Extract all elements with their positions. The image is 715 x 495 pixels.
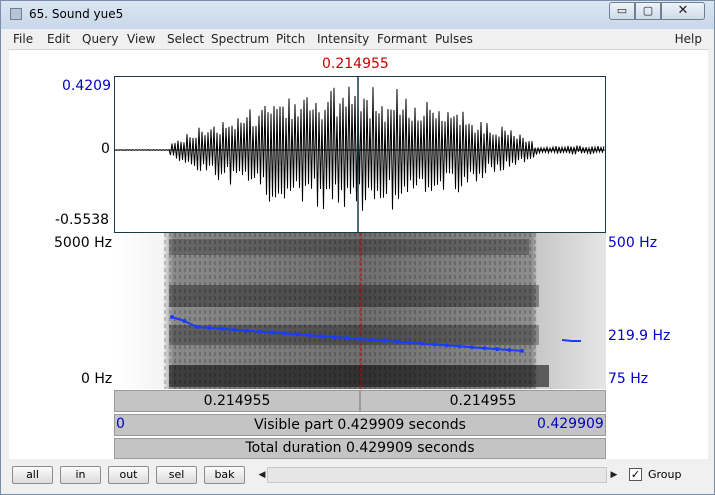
pitch-point <box>170 315 174 319</box>
pitch-value-label: 219.9 Hz <box>608 328 671 344</box>
visible-part-text: Visible part 0.429909 seconds <box>254 417 466 433</box>
visible-part-bar[interactable]: Visible part 0.429909 seconds <box>114 414 606 436</box>
pitch-point <box>182 319 187 323</box>
waveform-plot <box>115 77 605 232</box>
menu-pulses[interactable]: Pulses <box>435 32 473 46</box>
waveform-max-label: 0.4209 <box>62 78 111 94</box>
spectrogram-band <box>169 239 529 255</box>
spectrogram-panel[interactable] <box>114 233 606 389</box>
window-title: 65. Sound yue5 <box>29 7 124 21</box>
spectrogram-band <box>169 285 539 307</box>
waveform-signal <box>115 86 605 211</box>
title-bar: 65. Sound yue5 ▭ ▢ ✕ <box>1 1 714 29</box>
cursor-time-label: 0.214955 <box>322 56 389 72</box>
pitch-point <box>257 329 262 334</box>
pitch-point <box>520 348 524 353</box>
spectrogram-plot <box>114 233 606 389</box>
pitch-point <box>295 332 299 337</box>
menu-pitch[interactable]: Pitch <box>276 32 305 46</box>
waveform-min-label: -0.5538 <box>55 212 110 228</box>
spectrogram-top-freq-label: 5000 Hz <box>54 235 112 251</box>
zoom-sel-button[interactable]: sel <box>156 466 197 484</box>
close-button[interactable]: ✕ <box>661 2 705 20</box>
menu-help[interactable]: Help <box>675 32 702 46</box>
pitch-min-label: 75 Hz <box>608 371 649 387</box>
waveform-panel[interactable] <box>114 76 606 233</box>
pitch-point <box>507 348 512 352</box>
pitch-point <box>495 347 499 352</box>
pitch-point <box>482 346 487 351</box>
pitch-point <box>245 328 249 333</box>
spectrogram-band <box>169 365 549 387</box>
menu-file[interactable]: File <box>13 32 33 46</box>
pitch-point <box>432 342 437 347</box>
scroll-left-arrow-icon[interactable]: ◀ <box>257 467 267 483</box>
visible-end-label: 0.429909 <box>537 416 604 432</box>
zoom-back-button[interactable]: bak <box>204 466 245 484</box>
horizontal-scrollbar[interactable] <box>267 467 607 483</box>
app-icon <box>10 8 22 20</box>
menu-spectrum[interactable]: Spectrum <box>211 32 269 46</box>
app-window: 65. Sound yue5 ▭ ▢ ✕ File Edit Query Vie… <box>0 0 715 495</box>
waveform-zero-label: 0 <box>101 141 110 157</box>
pitch-point <box>232 327 237 332</box>
pitch-point <box>357 337 362 341</box>
pitch-point <box>195 325 199 329</box>
pitch-point <box>407 340 412 345</box>
spectrogram-bottom-freq-label: 0 Hz <box>81 371 113 387</box>
group-checkbox[interactable]: ✓ <box>629 468 642 481</box>
minimize-button[interactable]: ▭ <box>609 2 635 20</box>
pitch-point <box>395 339 399 344</box>
pitch-point <box>445 343 449 348</box>
visible-start-label: 0 <box>116 416 125 432</box>
zoom-out-button[interactable]: out <box>108 466 149 484</box>
pitch-point <box>470 345 474 350</box>
pitch-point <box>220 326 224 331</box>
selection-left-bar[interactable]: 0.214955 <box>114 390 360 412</box>
menu-intensity[interactable]: Intensity <box>317 32 369 46</box>
menu-select[interactable]: Select <box>167 32 204 46</box>
menu-edit[interactable]: Edit <box>47 32 70 46</box>
pitch-contour-tail <box>561 339 581 342</box>
pitch-point <box>420 341 424 346</box>
menu-view[interactable]: View <box>127 32 155 46</box>
group-label: Group <box>648 468 682 481</box>
pitch-point <box>370 337 374 342</box>
bottom-toolbar: all in out sel bak ◀ ▶ ✓ Group <box>9 462 708 489</box>
zoom-in-button[interactable]: in <box>60 466 101 484</box>
pitch-point <box>382 338 387 343</box>
selection-right-bar[interactable]: 0.214955 <box>360 390 606 412</box>
zoom-all-button[interactable]: all <box>12 466 53 484</box>
pitch-point <box>207 325 212 330</box>
pitch-point <box>345 336 349 340</box>
pitch-point <box>307 333 312 338</box>
maximize-button[interactable]: ▢ <box>635 2 661 20</box>
sound-editor-canvas[interactable]: 0.214955 0.4209 0 -0.5538 5000 Hz 0 Hz 5… <box>9 50 708 459</box>
menu-formant[interactable]: Formant <box>377 32 427 46</box>
pitch-point <box>270 330 274 335</box>
pitch-point <box>320 334 324 339</box>
scroll-right-arrow-icon[interactable]: ▶ <box>609 467 619 483</box>
pitch-point <box>457 344 462 349</box>
menu-bar: File Edit Query View Select Spectrum Pit… <box>8 31 708 50</box>
pitch-point <box>332 335 337 340</box>
total-duration-bar[interactable]: Total duration 0.429909 seconds <box>114 438 606 459</box>
pitch-max-label: 500 Hz <box>608 235 658 251</box>
menu-query[interactable]: Query <box>82 32 118 46</box>
pitch-point <box>282 331 287 336</box>
